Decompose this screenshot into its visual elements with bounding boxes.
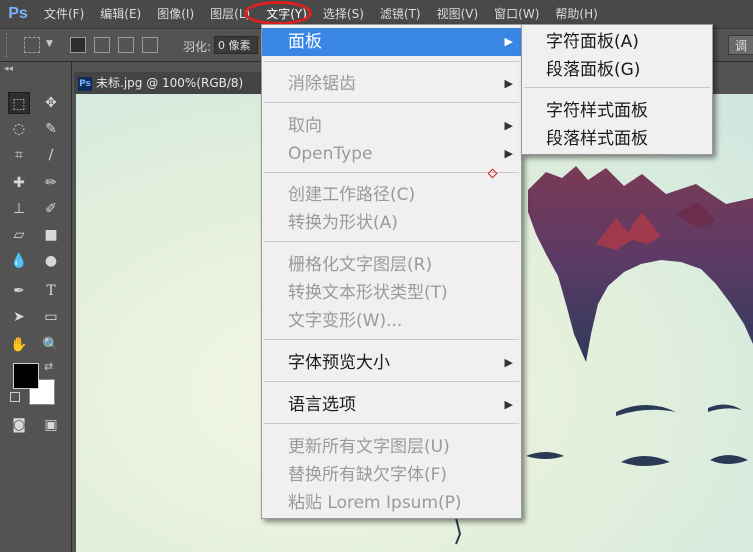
path-select-icon[interactable]: ➤: [8, 306, 30, 328]
chin-line: [455, 517, 462, 545]
history-brush-icon[interactable]: ✐: [40, 198, 62, 220]
lasso-tool-icon[interactable]: ◌: [8, 118, 30, 140]
photoshop-logo: Ps: [8, 5, 28, 22]
document-tab[interactable]: Ps 未标.jpg @ 100%(RGB/8): [74, 72, 264, 94]
adjust-edge-button[interactable]: 调整: [728, 35, 753, 55]
menu-item-warp-text[interactable]: 文字变形(W)...: [262, 307, 521, 335]
rectangle-tool-icon[interactable]: ▭: [40, 306, 62, 328]
menu-edit[interactable]: 编辑(E): [92, 0, 149, 28]
new-selection-icon[interactable]: [70, 37, 86, 53]
gradient-tool-icon[interactable]: ■: [40, 224, 62, 246]
menu-divider: [264, 339, 519, 340]
brush-tool-icon[interactable]: ✏: [40, 172, 62, 194]
menu-divider: [264, 102, 519, 103]
screen-mode-icon[interactable]: ▣: [40, 414, 62, 436]
quick-select-tool-icon[interactable]: ✎: [40, 118, 62, 140]
pen-tool-icon[interactable]: ✒: [8, 280, 30, 302]
chevron-right-icon: ▶: [504, 356, 513, 369]
menu-item-create-work-path[interactable]: 创建工作路径(C): [262, 181, 521, 209]
menu-item-label: 面板: [288, 32, 322, 52]
crop-tool-icon[interactable]: ⌗: [8, 144, 30, 166]
menu-layer[interactable]: 图层(L): [202, 0, 258, 28]
chevron-right-icon: ▶: [504, 35, 513, 48]
healing-brush-icon[interactable]: ✚: [8, 172, 30, 194]
menu-item-font-preview-size[interactable]: 字体预览大小 ▶: [262, 349, 521, 377]
type-tool-icon[interactable]: T: [40, 280, 62, 302]
submenu-paragraph-styles[interactable]: 段落样式面板: [522, 125, 712, 153]
panels-submenu: 字符面板(A) 段落面板(G) 字符样式面板 段落样式面板: [521, 24, 713, 155]
type-menu-dropdown: 面板 ▶ 消除锯齿 ▶ 取向 ▶ OpenType ▶ 创建工作路径(C) 转换…: [261, 24, 522, 519]
menu-divider: [264, 172, 519, 173]
menu-item-opentype[interactable]: OpenType ▶: [262, 140, 521, 168]
menu-item-label: OpenType: [288, 144, 373, 164]
menu-item-label: 语言选项: [288, 395, 356, 415]
foreground-color-swatch[interactable]: [13, 363, 39, 389]
subtract-selection-icon[interactable]: [118, 37, 134, 53]
blur-tool-icon[interactable]: 💧: [8, 250, 30, 272]
menu-item-label: 消除锯齿: [288, 74, 356, 94]
menu-item-convert-text-shape[interactable]: 转换文本形状类型(T): [262, 279, 521, 307]
options-grip[interactable]: [6, 33, 11, 57]
menu-item-rasterize-type[interactable]: 栅格化文字图层(R): [262, 251, 521, 279]
swap-colors-icon[interactable]: ⇄: [44, 360, 53, 373]
chevron-right-icon: ▶: [504, 398, 513, 411]
menu-divider: [264, 61, 519, 62]
menu-image[interactable]: 图像(I): [149, 0, 202, 28]
feather-input[interactable]: 0 像素: [214, 36, 258, 54]
menu-divider: [264, 241, 519, 242]
eyebrow-shape: [708, 404, 742, 412]
menu-item-convert-to-shape[interactable]: 转换为形状(A): [262, 209, 521, 237]
chevron-right-icon: ▶: [504, 147, 513, 160]
menu-divider: [264, 381, 519, 382]
feather-label: 羽化:: [183, 40, 212, 54]
submenu-paragraph-panel[interactable]: 段落面板(G): [522, 56, 712, 84]
menu-divider: [524, 87, 710, 88]
zoom-tool-icon[interactable]: 🔍: [40, 334, 62, 356]
mountain-hair-shape: [528, 166, 753, 362]
eraser-tool-icon[interactable]: ▱: [8, 224, 30, 246]
submenu-character-panel[interactable]: 字符面板(A): [522, 28, 712, 56]
default-colors-icon[interactable]: [10, 392, 20, 402]
marquee-preset-icon[interactable]: [24, 37, 40, 53]
menu-divider: [264, 423, 519, 424]
menu-file[interactable]: 文件(F): [36, 0, 92, 28]
chevron-right-icon: ▶: [504, 119, 513, 132]
menu-item-label: 字体预览大小: [288, 353, 390, 373]
eye-shape: [710, 455, 748, 464]
move-tool-icon[interactable]: ✥: [40, 92, 62, 114]
quick-mask-icon[interactable]: ◙: [8, 414, 30, 436]
marquee-tool-icon[interactable]: ⬚: [8, 92, 30, 114]
collapse-icon[interactable]: ◂◂: [4, 64, 13, 74]
ps-doc-icon: Ps: [78, 76, 92, 91]
menu-item-label: 取向: [288, 116, 322, 136]
intersect-selection-icon[interactable]: [142, 37, 158, 53]
dodge-tool-icon[interactable]: ●: [40, 250, 62, 272]
menu-item-update-all-layers[interactable]: 更新所有文字图层(U): [262, 433, 521, 461]
chevron-down-icon[interactable]: ▼: [46, 39, 53, 49]
eye-shape: [526, 452, 564, 459]
menu-item-orientation[interactable]: 取向 ▶: [262, 112, 521, 140]
menu-item-paste-lorem-ipsum[interactable]: 粘贴 Lorem Ipsum(P): [262, 489, 521, 517]
menu-item-panels[interactable]: 面板 ▶: [262, 28, 521, 56]
eyedropper-tool-icon[interactable]: ∕: [40, 144, 62, 166]
menu-item-replace-missing-fonts[interactable]: 替换所有缺欠字体(F): [262, 461, 521, 489]
add-selection-icon[interactable]: [94, 37, 110, 53]
document-title: 未标.jpg @ 100%(RGB/8): [96, 76, 244, 90]
eye-shape: [621, 456, 670, 466]
toolbox: ◂◂ ⬚ ✥ ◌ ✎ ⌗ ∕ ✚ ✏ ⊥ ✐ ▱ ■ 💧 ● ✒ T ➤ ▭ ✋…: [0, 62, 72, 552]
chevron-right-icon: ▶: [504, 77, 513, 90]
menu-item-anti-alias[interactable]: 消除锯齿 ▶: [262, 70, 521, 98]
clone-stamp-icon[interactable]: ⊥: [8, 198, 30, 220]
eyebrow-shape: [616, 405, 676, 416]
menu-item-language-options[interactable]: 语言选项 ▶: [262, 391, 521, 419]
submenu-character-styles[interactable]: 字符样式面板: [522, 97, 712, 125]
hand-tool-icon[interactable]: ✋: [8, 334, 30, 356]
